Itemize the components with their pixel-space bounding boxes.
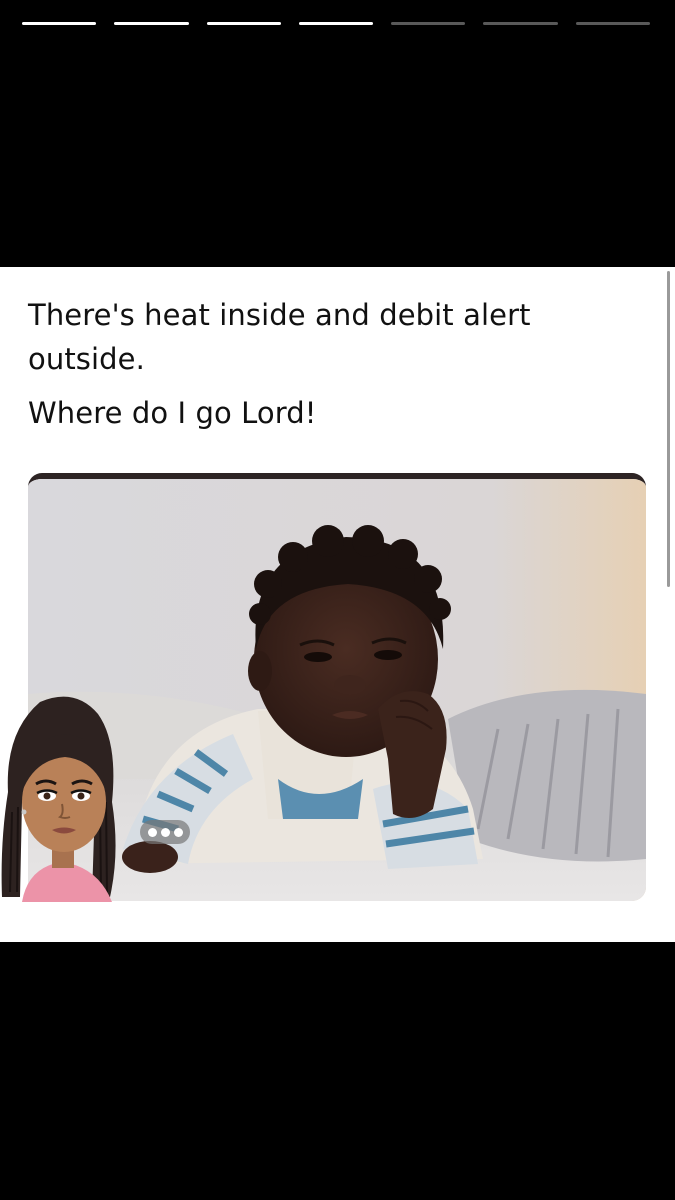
typing-dot [160, 827, 170, 837]
post-text-line-1: There's heat inside and debit alert outs… [28, 298, 531, 376]
post-text: There's heat inside and debit alert outs… [28, 293, 628, 445]
typing-dot [173, 827, 183, 837]
story-progress-segment[interactable] [483, 22, 558, 25]
story-progress-segment[interactable] [298, 22, 374, 25]
typing-dot [147, 827, 157, 837]
story-progress-segment[interactable] [391, 22, 466, 25]
story-progress-bar [22, 22, 650, 26]
post-text-line-2: Where do I go Lord! [28, 396, 317, 430]
story-progress-segment[interactable] [114, 22, 189, 25]
bitmoji-avatar[interactable] [0, 692, 130, 902]
bitmoji-avatar-icon [1, 696, 116, 902]
typing-indicator [140, 820, 190, 844]
story-progress-segment[interactable] [22, 22, 97, 25]
story-progress-segment[interactable] [575, 22, 650, 25]
story-progress-segment[interactable] [206, 22, 281, 25]
scrollbar[interactable] [667, 271, 670, 587]
